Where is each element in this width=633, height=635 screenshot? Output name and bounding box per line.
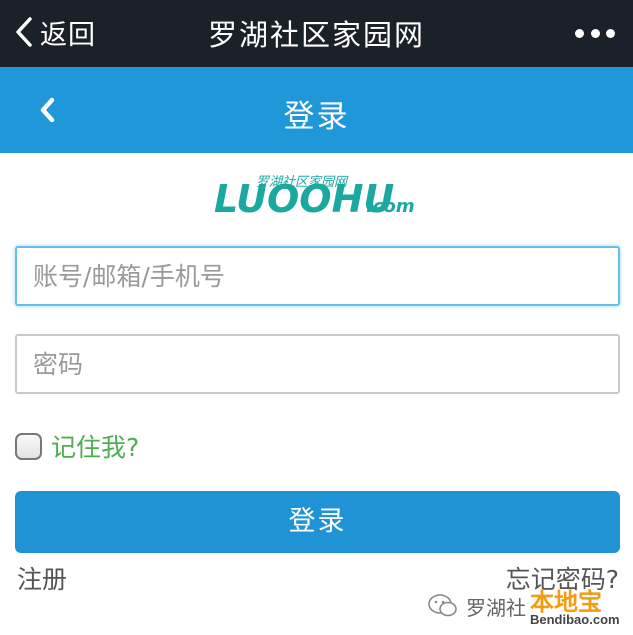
password-input[interactable] — [33, 349, 602, 379]
account-input[interactable] — [33, 261, 602, 291]
watermark-text: 罗湖社 — [466, 596, 526, 620]
wechat-icon — [428, 594, 457, 617]
more-dots-icon — [575, 28, 584, 38]
page-title: 罗湖社区家园网 — [207, 18, 425, 52]
luohu-logo: 罗湖社区家园网 LUOOHU .com — [214, 174, 415, 218]
remember-label[interactable]: 记住我? — [51, 428, 139, 464]
more-dots-icon — [590, 28, 600, 38]
login-button[interactable]: 登录 — [15, 491, 620, 553]
login-header: 登录 — [0, 67, 633, 153]
bendibao-site: Bendibao.com — [530, 612, 620, 627]
header-title: 登录 — [283, 99, 350, 135]
more-dots-icon — [606, 28, 615, 38]
account-field[interactable] — [15, 246, 620, 306]
remember-me[interactable]: 记住我? — [15, 428, 139, 464]
logo-en-suffix: .com — [366, 196, 415, 217]
remember-checkbox[interactable] — [15, 432, 42, 460]
password-field[interactable] — [15, 334, 620, 394]
register-link[interactable]: 注册 — [17, 560, 67, 596]
more-menu-button[interactable] — [575, 28, 615, 38]
top-nav-bar: 返回 罗湖社区家园网 — [0, 0, 633, 67]
